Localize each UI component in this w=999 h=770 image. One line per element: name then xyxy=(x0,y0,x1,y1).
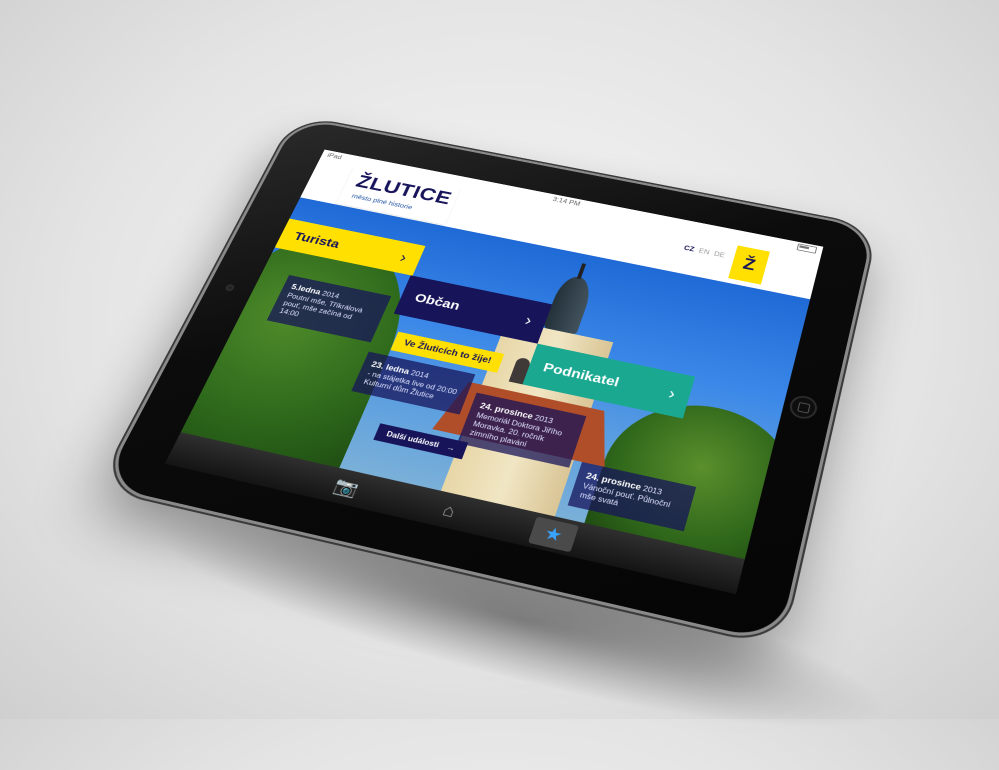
stage: iPad 3:14 PM ŽLUTICE město plné historie… xyxy=(0,0,999,719)
chevron-right-icon: › xyxy=(397,249,410,266)
category-label: Podnikatel xyxy=(541,359,622,390)
category-label: Občan xyxy=(412,290,463,313)
star-icon[interactable]: ★ xyxy=(527,516,579,553)
camera-icon[interactable]: 📷 xyxy=(321,470,372,505)
screen: iPad 3:14 PM ŽLUTICE město plné historie… xyxy=(164,149,824,595)
ipad-device: iPad 3:14 PM ŽLUTICE město plné historie… xyxy=(102,118,874,643)
camera-icon xyxy=(224,283,236,292)
lang-de[interactable]: DE xyxy=(713,250,726,259)
arrow-right-icon: → xyxy=(445,443,457,453)
home-icon[interactable]: ⌂ xyxy=(423,493,474,528)
lang-cz[interactable]: CZ xyxy=(683,244,695,253)
lang-en[interactable]: EN xyxy=(698,247,711,256)
home-button[interactable] xyxy=(787,393,820,422)
language-switcher: CZ EN DE xyxy=(683,244,726,259)
z-badge[interactable]: Ž xyxy=(728,245,770,285)
category-label: Turista xyxy=(291,229,343,251)
chevron-right-icon: › xyxy=(522,311,535,329)
chevron-right-icon: › xyxy=(666,384,678,403)
z-badge-letter: Ž xyxy=(741,255,758,274)
